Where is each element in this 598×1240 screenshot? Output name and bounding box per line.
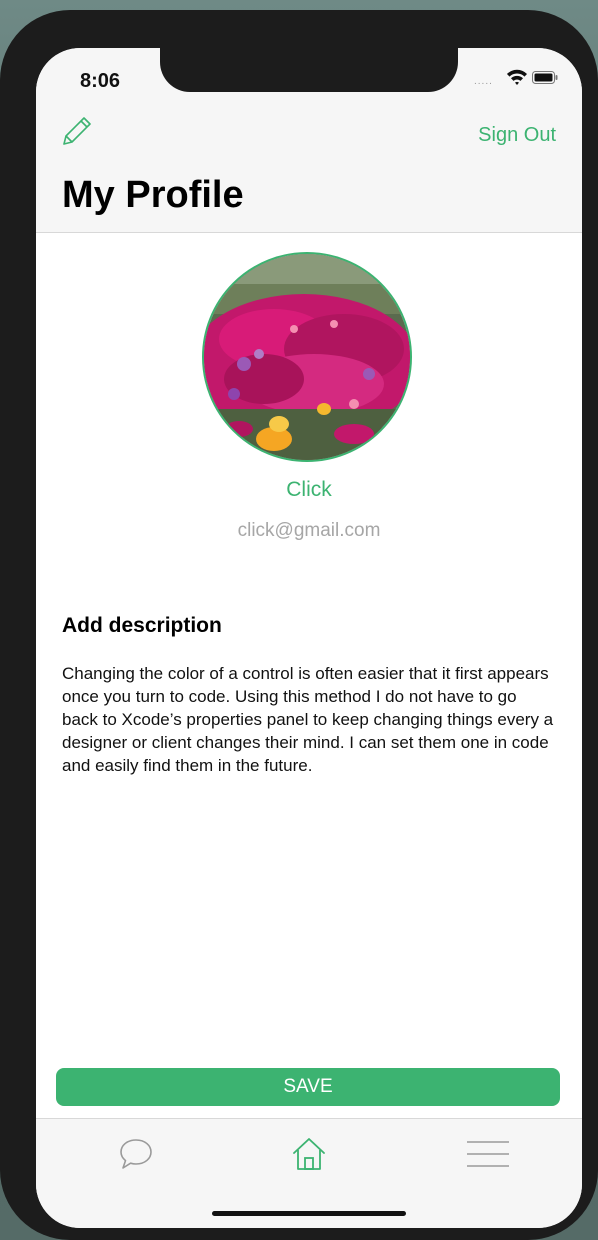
description-text[interactable]: Changing the color of a control is often… — [62, 662, 556, 777]
flower-photo — [204, 254, 410, 460]
tab-chat[interactable] — [106, 1129, 166, 1179]
description-heading: Add description — [62, 614, 222, 637]
status-time: 8:06 — [80, 70, 121, 92]
page-title: My Profile — [62, 174, 244, 216]
pencil-icon[interactable] — [58, 114, 94, 150]
tab-menu[interactable] — [458, 1129, 518, 1179]
app-screen: 8:06 ..... Sign Out My Profile Click cli… — [36, 48, 582, 1228]
chat-bubble-icon — [120, 1139, 152, 1169]
sign-out-button[interactable]: Sign Out — [478, 124, 556, 147]
tab-home[interactable] — [279, 1129, 339, 1179]
battery-icon — [532, 71, 558, 84]
wifi-icon — [507, 69, 527, 85]
home-indicator[interactable] — [212, 1211, 406, 1216]
device-notch — [160, 48, 458, 92]
navigation-bar: Sign Out My Profile — [36, 108, 582, 233]
save-button[interactable]: SAVE — [56, 1068, 560, 1106]
cellular-signal-icon: ..... — [474, 76, 493, 87]
phone-frame: 8:06 ..... Sign Out My Profile Click cli… — [0, 10, 598, 1240]
tab-bar — [36, 1118, 582, 1228]
profile-name: Click — [286, 478, 332, 501]
home-icon — [293, 1138, 325, 1170]
menu-icon — [467, 1141, 509, 1167]
profile-avatar[interactable] — [202, 252, 412, 462]
profile-email: click@gmail.com — [237, 520, 381, 541]
